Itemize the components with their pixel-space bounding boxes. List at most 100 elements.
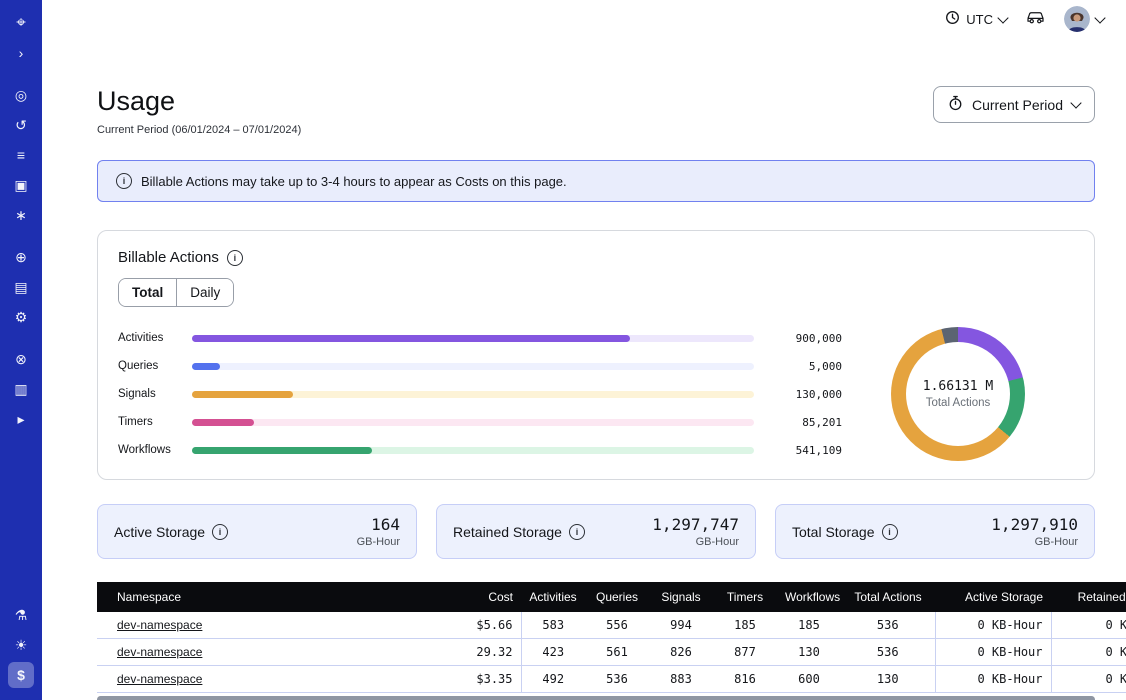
storage-stat-card: Total Storage1,297,910GB-Hour <box>775 504 1095 559</box>
user-menu[interactable] <box>1064 6 1104 32</box>
task-queues-icon[interactable]: ≡ <box>8 142 34 168</box>
cell-cost: $3.35 <box>425 666 521 693</box>
period-selector-button[interactable]: Current Period <box>933 86 1095 123</box>
cell-namespace: dev-namespace <box>97 639 425 666</box>
billing-icon[interactable]: ▤ <box>8 274 34 300</box>
total-daily-tabs: TotalDaily <box>118 278 234 307</box>
timezone-selector[interactable]: UTC <box>945 10 1007 28</box>
theme-toggle-icon[interactable]: ☀ <box>8 632 34 658</box>
docs-icon[interactable]: ▥ <box>8 376 34 402</box>
bar-track <box>192 363 754 370</box>
current-period-subtitle: Current Period (06/01/2024 – 07/01/2024) <box>97 124 301 136</box>
info-icon[interactable] <box>227 250 243 266</box>
chevron-down-icon <box>1070 97 1081 108</box>
cell-retained_storage: 0 KB-Hour <box>1051 612 1126 639</box>
bar-category-label: Workflows <box>118 444 192 456</box>
cell-namespace: dev-namespace <box>97 666 425 693</box>
bar-category-label: Timers <box>118 416 192 428</box>
bar-category-label: Activities <box>118 332 192 344</box>
cell-active_storage: 0 KB-Hour <box>935 666 1051 693</box>
cell-activities: 423 <box>521 639 585 666</box>
namespace-usage-table: NamespaceCostActivitiesQueriesSignalsTim… <box>97 582 1126 693</box>
support-icon[interactable]: ⊗ <box>8 346 34 372</box>
namespace-link[interactable]: dev-namespace <box>117 618 202 632</box>
bar-fill <box>192 391 293 398</box>
cell-total_actions: 130 <box>841 666 935 693</box>
bar-row: Timers 85,201 <box>118 416 842 429</box>
sidebar-group: ⊗ ▥ ▸ <box>8 346 34 432</box>
table-row: dev-namespace$5.665835569941851855360 KB… <box>97 612 1126 639</box>
info-icon[interactable] <box>569 524 585 540</box>
stat-label-text: Retained Storage <box>453 524 562 540</box>
stat-value-block: 1,297,747GB-Hour <box>652 515 739 548</box>
content: Usage Current Period (06/01/2024 – 07/01… <box>42 38 1126 700</box>
stat-value: 164 <box>357 515 400 534</box>
announcements-icon[interactable]: ▸ <box>8 406 34 432</box>
chevron-down-icon <box>997 12 1008 23</box>
usage-icon[interactable]: $ <box>8 662 34 688</box>
sidebar: ⌖›◎↺≡▣∗⊕▤⚙⊗▥▸⚗☀$ <box>0 0 42 700</box>
stat-label-text: Active Storage <box>114 524 205 540</box>
billable-actions-title: Billable Actions <box>118 249 219 266</box>
schedules-icon[interactable]: ↺ <box>8 112 34 138</box>
bar-fill <box>192 419 254 426</box>
feedback-icon[interactable] <box>1025 9 1046 29</box>
storage-stat-card: Retained Storage 1,297,747GB-Hour <box>436 504 756 559</box>
stat-unit: GB-Hour <box>991 536 1078 548</box>
bar-track <box>192 419 754 426</box>
cell-timers: 816 <box>713 666 777 693</box>
column-header-total_actions: Total Actions <box>841 582 935 612</box>
cell-cost: 29.32 <box>425 639 521 666</box>
column-header-timers: Timers <box>713 582 777 612</box>
sidebar-group: ⚗ ☀ $ <box>8 602 34 688</box>
donut-center-value: 1.66131 M <box>923 379 993 394</box>
namespaces-icon[interactable]: ◎ <box>8 82 34 108</box>
column-header-namespace: Namespace <box>97 582 425 612</box>
bar-track <box>192 447 754 454</box>
tab-total[interactable]: Total <box>119 279 176 306</box>
cell-active_storage: 0 KB-Hour <box>935 639 1051 666</box>
donut-center-label: Total Actions <box>926 397 991 409</box>
cell-retained_storage: 0 KB-Hour <box>1051 666 1126 693</box>
stat-value: 1,297,747 <box>652 515 739 534</box>
cell-cost: $5.66 <box>425 612 521 639</box>
collapse-chevron-icon[interactable]: › <box>8 40 34 66</box>
bar-fill <box>192 335 630 342</box>
stat-label: Retained Storage <box>453 524 585 540</box>
column-header-retained_storage: Retained Storage <box>1051 582 1126 612</box>
stat-value-block: 1,297,910GB-Hour <box>991 515 1078 548</box>
cell-timers: 185 <box>713 612 777 639</box>
cell-queries: 556 <box>585 612 649 639</box>
namespace-link[interactable]: dev-namespace <box>117 672 202 686</box>
deployments-icon[interactable]: ▣ <box>8 172 34 198</box>
cell-signals: 883 <box>649 666 713 693</box>
info-icon[interactable] <box>212 524 228 540</box>
cell-queries: 536 <box>585 666 649 693</box>
cloud-ops-icon[interactable]: ⊕ <box>8 244 34 270</box>
bar-fill <box>192 363 220 370</box>
topbar: UTC <box>42 0 1126 38</box>
stopwatch-icon <box>948 95 963 114</box>
column-header-signals: Signals <box>649 582 713 612</box>
main-area: UTC Usage Current Period (06/01/2024 – 0… <box>42 0 1126 700</box>
horizontal-scrollbar[interactable] <box>97 696 1095 700</box>
bar-value: 85,201 <box>754 416 842 429</box>
column-header-activities: Activities <box>521 582 585 612</box>
temporal-logo-icon[interactable]: ⌖ <box>8 10 34 36</box>
bar-value: 900,000 <box>754 332 842 345</box>
usage-table-section: NamespaceCostActivitiesQueriesSignalsTim… <box>97 582 1095 700</box>
info-icon[interactable] <box>882 524 898 540</box>
sidebar-group: ◎ ↺ ≡ ▣ ∗ <box>8 82 34 228</box>
settings-icon[interactable]: ⚙ <box>8 304 34 330</box>
bar-track <box>192 335 754 342</box>
chevron-down-icon <box>1094 12 1105 23</box>
column-header-cost: Cost <box>425 582 521 612</box>
labs-icon[interactable]: ⚗ <box>8 602 34 628</box>
timezone-label: UTC <box>966 12 993 27</box>
stat-unit: GB-Hour <box>357 536 400 548</box>
bar-value: 5,000 <box>754 360 842 373</box>
nexus-icon[interactable]: ∗ <box>8 202 34 228</box>
tab-daily[interactable]: Daily <box>176 279 233 306</box>
sidebar-group: ⌖› <box>8 10 34 66</box>
namespace-link[interactable]: dev-namespace <box>117 645 202 659</box>
